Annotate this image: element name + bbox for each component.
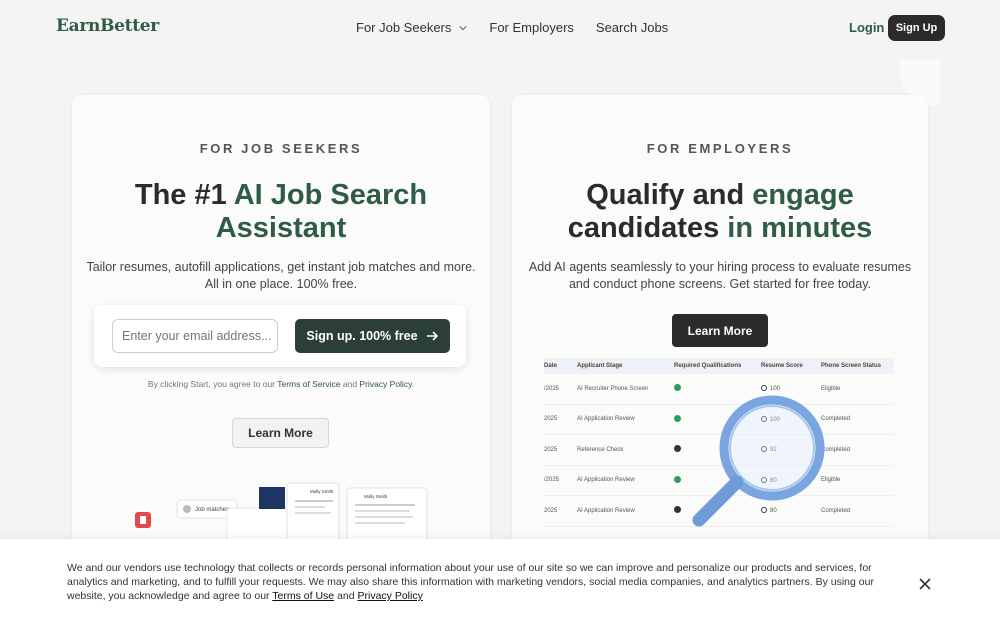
card-headline: Qualify and engage candidates in minutes: [512, 179, 928, 245]
card-subtext: Add AI agents seamlessly to your hiring …: [512, 259, 928, 292]
terms-of-use-link[interactable]: Terms of Use: [272, 590, 334, 602]
headline-part: The #1: [134, 179, 234, 211]
email-signup-form: Sign up. 100% free: [94, 305, 466, 367]
cell-date: /2025: [544, 385, 560, 392]
header-cell: Phone Screen Status: [821, 363, 882, 369]
nav-for-employers[interactable]: For Employers: [489, 20, 574, 35]
subtext-line: and conduct phone screens. Get started f…: [568, 276, 872, 291]
card-subtext: Tailor resumes, autofill applications, g…: [72, 259, 490, 292]
card-headline: The #1 AI Job Search Assistant: [72, 179, 490, 245]
legal-text: .: [411, 379, 415, 389]
cookie-text: We and our vendors use technology that c…: [67, 562, 874, 602]
headline-highlight: Assistant: [215, 212, 347, 244]
arrow-right-icon: [426, 331, 438, 341]
cell-stage: Reference Check: [577, 446, 624, 453]
preview-name: Molly Smith: [364, 494, 388, 499]
employers-card: FOR EMPLOYERS Qualify and engage candida…: [512, 95, 928, 555]
cell-date: 2025: [544, 507, 558, 514]
nav-for-job-seekers[interactable]: For Job Seekers: [356, 20, 467, 35]
preview-name: Molly Smith: [310, 489, 334, 494]
cookie-banner: We and our vendors use technology that c…: [0, 539, 1000, 625]
cell-stage: AI Application Review: [577, 507, 635, 514]
legal-text: By clicking Start, you agree to our: [147, 379, 278, 389]
login-link[interactable]: Login: [849, 20, 884, 35]
cell-date: 2025: [544, 416, 558, 423]
job-seekers-card: FOR JOB SEEKERS The #1 AI Job Search Ass…: [72, 95, 490, 555]
subtext-line: All in one place. 100% free.: [204, 276, 358, 291]
cookie-text: and: [334, 590, 358, 602]
cell-stage: AI Application Review: [577, 477, 635, 484]
privacy-policy-link[interactable]: Privacy Policy: [358, 590, 423, 602]
headline-highlight: engage: [752, 179, 854, 211]
cell-stage: AI Recruiter Phone Screen: [577, 385, 649, 392]
headline-part: candidates: [567, 212, 720, 244]
subtext-line: Add AI agents seamlessly to your hiring …: [528, 260, 912, 274]
header-cell: Date: [544, 363, 558, 369]
main-nav: For Job Seekers For Employers Search Job…: [356, 20, 690, 35]
privacy-link[interactable]: Privacy Policy: [359, 379, 411, 389]
terms-link[interactable]: Terms of Service: [277, 379, 340, 389]
headline-highlight: AI Job Search: [233, 179, 428, 211]
site-header: EarnBetter For Job Seekers For Employers…: [0, 0, 1000, 56]
cell-date: 2025: [544, 446, 558, 453]
header-cell: Applicant Stage: [577, 363, 623, 369]
cta-label: Sign up. 100% free: [306, 329, 418, 343]
email-field[interactable]: [112, 319, 278, 353]
nav-label: For Job Seekers: [356, 20, 452, 35]
learn-more-button[interactable]: Learn More: [232, 418, 329, 448]
header-cell: Resume Score: [761, 363, 803, 369]
headline-highlight: in minutes: [719, 212, 873, 244]
headline-part: Qualify: [586, 179, 685, 211]
signup-free-button[interactable]: Sign up. 100% free: [295, 319, 450, 353]
card-eyebrow: FOR JOB SEEKERS: [199, 141, 363, 156]
magnifying-glass-icon: [692, 395, 825, 527]
nav-search-jobs[interactable]: Search Jobs: [596, 20, 668, 35]
nav-label: Search Jobs: [595, 20, 669, 35]
headline-part: and: [684, 179, 753, 211]
signup-button[interactable]: Sign Up: [888, 15, 945, 41]
chevron-down-icon: [459, 25, 467, 30]
subtext-line: Tailor resumes, autofill applications, g…: [86, 260, 476, 274]
close-icon[interactable]: [916, 575, 934, 593]
nav-label: For Employers: [489, 20, 574, 35]
header-cell: Required Qualifications: [674, 363, 742, 369]
cell-stage: AI Application Review: [577, 416, 635, 423]
cell-date: /2025: [544, 477, 560, 484]
cookie-notice: We and our vendors use technology that c…: [67, 561, 877, 603]
preview-label: Job matches: [195, 507, 229, 513]
learn-more-button[interactable]: Learn More: [672, 314, 768, 347]
legal-notice: By clicking Start, you agree to our Term…: [72, 379, 490, 389]
legal-text: and: [340, 379, 360, 389]
card-eyebrow: FOR EMPLOYERS: [646, 141, 794, 156]
logo[interactable]: EarnBetter: [56, 16, 159, 36]
table-header: Date Applicant Stage Required Qualificat…: [544, 358, 894, 374]
